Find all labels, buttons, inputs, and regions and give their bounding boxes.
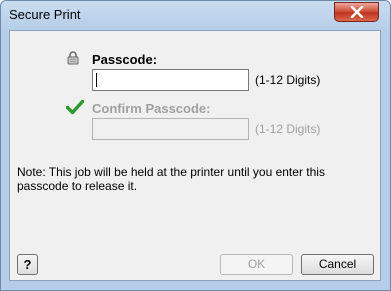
title-bar[interactable]: Secure Print <box>1 1 390 29</box>
ok-button[interactable]: OK <box>220 254 293 275</box>
dialog-body: Passcode: (1-12 Digits) Confirm Passcode… <box>9 30 381 281</box>
close-icon <box>350 6 364 18</box>
note-text: Note: This job will be held at the print… <box>17 165 325 193</box>
confirm-passcode-hint: (1-12 Digits) <box>255 122 321 136</box>
secure-print-dialog: Secure Print Passcode: (1-12 Digits) Con… <box>0 0 391 291</box>
help-button[interactable]: ? <box>17 254 38 275</box>
lock-icon <box>67 51 79 65</box>
confirm-passcode-input[interactable] <box>92 118 249 140</box>
passcode-input[interactable] <box>92 69 249 91</box>
passcode-hint: (1-12 Digits) <box>255 73 321 87</box>
checkmark-icon <box>66 99 84 115</box>
window-title: Secure Print <box>9 7 81 22</box>
close-button[interactable] <box>334 2 379 22</box>
passcode-label: Passcode: <box>92 52 158 67</box>
cancel-button[interactable]: Cancel <box>301 254 374 275</box>
confirm-passcode-label: Confirm Passcode: <box>92 101 211 116</box>
text-cursor <box>96 73 97 87</box>
